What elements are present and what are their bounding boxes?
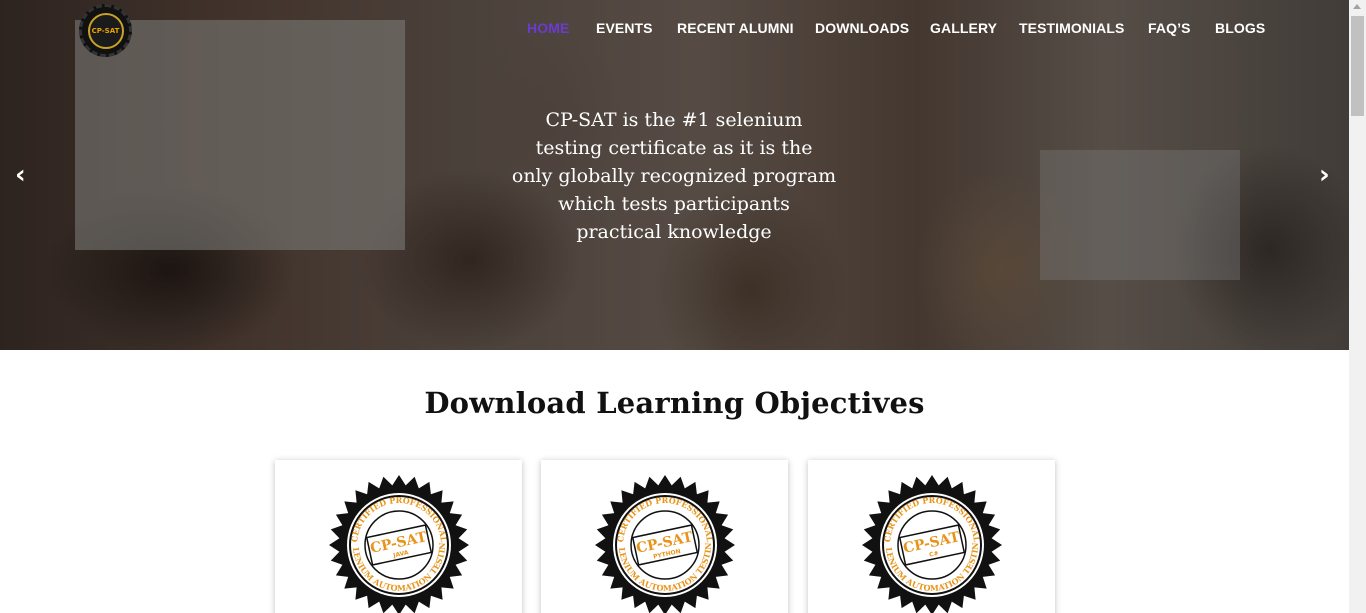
hero-caption-line: testing certificate as it is the (535, 137, 813, 159)
cpsat-csharp-badge-icon: CERTIFIED PROFESSIONALSELENIUM AUTOMATIO… (861, 474, 1002, 613)
nav-blogs[interactable]: BLOGS (1215, 20, 1265, 36)
hero-caption-line: which tests participants (558, 193, 790, 215)
hero-caption-line: CP-SAT is the #1 selenium (545, 109, 803, 131)
cpsat-java-badge-icon: CERTIFIED PROFESSIONALSELENIUM AUTOMATIO… (328, 474, 469, 613)
card-python[interactable]: CERTIFIED PROFESSIONALSELENIUM AUTOMATIO… (541, 460, 788, 613)
main-nav: HOME EVENTS RECENT ALUMNI DOWNLOADS GALL… (0, 20, 1349, 38)
nav-events[interactable]: EVENTS (596, 20, 653, 36)
hero-caption-line: only globally recognized program (511, 165, 837, 187)
nav-testimonials[interactable]: TESTIMONIALS (1019, 20, 1124, 36)
page-scrollbar[interactable] (1349, 0, 1366, 613)
nav-gallery[interactable]: GALLERY (930, 20, 997, 36)
chevron-left-icon[interactable]: ‹ (15, 162, 26, 188)
hero-caption: CP-SAT is the #1 selenium testing certif… (499, 106, 849, 246)
scroll-thumb[interactable] (1351, 16, 1364, 116)
chevron-right-icon[interactable]: › (1319, 162, 1330, 188)
nav-home[interactable]: HOME (527, 20, 569, 36)
hero-caption-line: practical knowledge (576, 221, 772, 243)
scroll-up-arrow-icon[interactable] (1353, 4, 1361, 9)
nav-downloads[interactable]: DOWNLOADS (815, 20, 909, 36)
nav-faqs[interactable]: FAQ’S (1148, 20, 1191, 36)
section-title: Download Learning Objectives (424, 386, 925, 420)
nav-recent-alumni[interactable]: RECENT ALUMNI (677, 20, 794, 36)
cpsat-python-badge-icon: CERTIFIED PROFESSIONALSELENIUM AUTOMATIO… (594, 474, 735, 613)
card-java[interactable]: CERTIFIED PROFESSIONALSELENIUM AUTOMATIO… (275, 460, 522, 613)
hero-slider: CP-SAT HOME EVENTS RECENT ALUMNI DOWNLOA… (0, 0, 1349, 350)
card-csharp[interactable]: CERTIFIED PROFESSIONALSELENIUM AUTOMATIO… (808, 460, 1055, 613)
